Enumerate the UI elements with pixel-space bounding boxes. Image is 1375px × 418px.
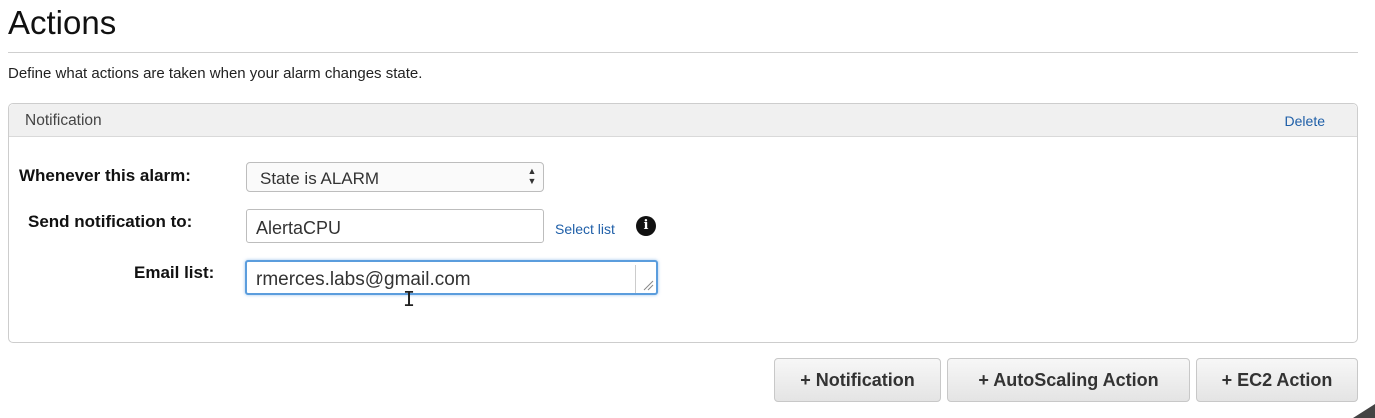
email-list-value: rmerces.labs@gmail.com (256, 269, 471, 290)
info-icon[interactable]: i (636, 216, 656, 236)
panel-header: Notification Delete (9, 104, 1357, 137)
delete-link[interactable]: Delete (1285, 113, 1325, 129)
email-list-label: Email list: (134, 263, 215, 282)
alarm-state-select[interactable]: State is ALARM ▲ ▼ (246, 162, 544, 192)
select-list-link[interactable]: Select list (555, 221, 615, 237)
email-list-textarea[interactable]: rmerces.labs@gmail.com (245, 260, 658, 295)
add-notification-button[interactable]: + Notification (774, 358, 941, 402)
panel-title: Notification (25, 112, 102, 129)
text-cursor-icon: I (403, 287, 416, 311)
add-ec2-action-button[interactable]: + EC2 Action (1196, 358, 1358, 402)
corner-mark (1353, 404, 1375, 418)
page-title: Actions (8, 4, 117, 41)
send-to-value: AlertaCPU (256, 218, 342, 238)
select-arrows-icon: ▲ ▼ (527, 166, 537, 186)
notification-panel: Notification Delete Whenever this alarm:… (8, 103, 1358, 343)
title-divider (8, 52, 1358, 53)
alarm-state-value: State is ALARM (260, 169, 380, 188)
add-autoscaling-action-button[interactable]: + AutoScaling Action (947, 358, 1190, 402)
send-to-input[interactable]: AlertaCPU (246, 209, 544, 243)
send-to-label: Send notification to: (28, 212, 193, 231)
page-description: Define what actions are taken when your … (8, 65, 423, 82)
resize-handle[interactable] (635, 265, 656, 293)
whenever-label: Whenever this alarm: (19, 166, 191, 185)
resize-grip-icon (643, 280, 654, 291)
